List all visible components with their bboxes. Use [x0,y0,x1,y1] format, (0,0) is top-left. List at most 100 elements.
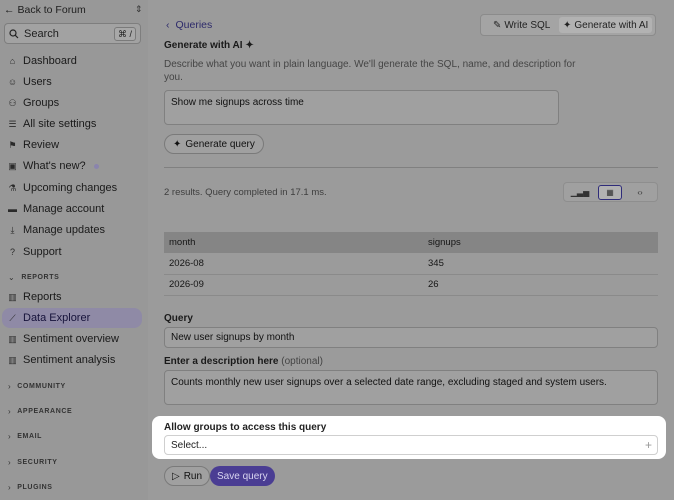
table-header-row: month signups [164,232,658,253]
sidebar-item-label: Manage account [23,203,105,215]
section-appearance[interactable]: › APPEARANCE [8,407,72,416]
column-header-signups: signups [423,232,658,253]
table-cell: 345 [423,253,658,275]
card-icon: ▬ [8,204,17,214]
groups-access-label: Allow groups to access this query [164,422,327,433]
description-value: Counts monthly new user signups over a s… [171,377,607,388]
chevron-right-icon: › [8,483,12,492]
sidebar-item-label: Sentiment analysis [23,354,116,366]
list-icon: ☰ [8,118,17,129]
groups-select-placeholder: Select... [171,439,208,451]
section-reports[interactable]: ⌄ REPORTS [8,273,59,282]
sidebar-item-support[interactable]: ? Support [7,242,141,262]
chart-icon: ▥ [8,291,17,302]
query-mode-toggle: ✎ Write SQL ✦ Generate with AI [480,14,656,36]
generate-query-label: Generate query [185,138,255,150]
description-label: Enter a description here (optional) [164,356,323,367]
result-view-toggle: ▁▃▅ ▦ ‹› [563,182,658,202]
chevron-right-icon: › [8,407,12,416]
queries-breadcrumb-link[interactable]: ‹ Queries [166,19,212,31]
help-icon: ? [9,247,15,257]
write-sql-button[interactable]: ✎ Write SQL [489,17,554,33]
section-label: PLUGINS [17,484,53,491]
table-cell: 2026-08 [164,253,423,275]
optional-label: (optional) [281,356,323,367]
new-indicator-dot [93,163,99,169]
search-placeholder: Search [24,27,59,40]
back-label: Back to Forum [17,4,86,16]
flask-icon: ⚗ [8,182,17,193]
generate-with-ai-button[interactable]: ✦ Generate with AI [559,17,653,33]
results-table: month signups 2026-08 345 2026-09 26 [164,232,658,296]
bar-chart-icon: ▁▃▅ [570,188,590,197]
section-label: EMAIL [17,433,43,440]
sidebar-item-label: What's new? [23,160,86,172]
chevron-right-icon: › [8,458,12,467]
sidebar-item-label: Reports [23,291,62,303]
sidebar-item-all-site-settings[interactable]: ☰ All site settings [7,114,141,134]
generate-query-button[interactable]: ✦ Generate query [164,134,264,154]
sidebar-item-sentiment-overview[interactable]: ▥ Sentiment overview [7,329,141,349]
sidebar-item-label: Dashboard [23,55,77,67]
chevron-left-icon: ‹ [166,19,170,31]
groups-select[interactable]: Select... + [164,435,658,455]
ai-heading: Generate with AI ✦ [164,40,254,51]
section-security[interactable]: › SECURITY [8,458,57,467]
description-textarea[interactable]: Counts monthly new user signups over a s… [164,370,658,405]
search-shortcut: ⌘ / [113,27,136,41]
line-chart-icon: ⟋ [9,312,16,323]
prompt-value: Show me signups across time [171,97,304,108]
sidebar-item-label: Data Explorer [23,312,91,324]
back-to-forum-link[interactable]: ← Back to Forum [4,4,86,16]
section-community[interactable]: › COMMUNITY [8,382,66,391]
play-icon: ▷ [172,470,180,482]
collapse-sidebar-icon[interactable]: ⇕ [135,4,143,15]
sidebar-item-sentiment-analysis[interactable]: ▥ Sentiment analysis [7,350,141,370]
chart-icon: ▥ [8,354,17,365]
save-query-label: Save query [217,470,268,482]
section-email[interactable]: › EMAIL [8,432,42,441]
chevron-down-icon: ⌄ [8,273,16,282]
sidebar-item-reports[interactable]: ▥ Reports [7,287,141,307]
section-label: APPEARANCE [17,408,73,415]
table-view-button[interactable]: ▦ [598,185,622,200]
sidebar-item-users[interactable]: ☺ Users [7,72,141,92]
chart-icon: ▥ [8,333,17,344]
sidebar-item-review[interactable]: ⚑ Review [7,135,141,155]
chart-view-button[interactable]: ▁▃▅ [568,185,592,200]
sidebar-item-manage-updates[interactable]: ⤓ Manage updates [7,220,141,240]
sidebar-item-label: Upcoming changes [23,182,118,194]
section-label: SECURITY [17,459,58,466]
query-name-input[interactable]: New user signups by month [164,327,658,348]
sidebar-item-label: Review [23,139,60,151]
run-button[interactable]: ▷ Run [164,466,211,486]
users-icon: ☺ [7,77,18,87]
code-view-button[interactable]: ‹› [628,185,652,200]
sidebar-item-groups[interactable]: ⚇ Groups [7,93,141,113]
section-label: REPORTS [21,274,60,281]
sparkles-icon: ✦ [245,40,254,51]
gift-icon: ▣ [8,160,17,171]
table-cell: 26 [423,274,658,296]
ai-prompt-textarea[interactable]: Show me signups across time [164,90,559,125]
column-header-month: month [164,232,423,253]
sidebar-item-data-explorer[interactable]: ⟋ Data Explorer [2,308,142,328]
home-icon: ⌂ [9,56,16,66]
description-label-text: Enter a description here [164,356,279,367]
save-query-button[interactable]: Save query [210,466,275,486]
sidebar-item-label: All site settings [23,118,97,130]
results-summary: 2 results. Query completed in 17.1 ms. [164,187,327,198]
query-name-value: New user signups by month [171,332,295,343]
sidebar-item-upcoming-changes[interactable]: ⚗ Upcoming changes [7,178,141,198]
sidebar-item-whats-new[interactable]: ▣ What's new? [7,156,141,176]
chevron-right-icon: › [8,382,12,391]
flag-icon: ⚑ [8,139,17,150]
table-icon: ▦ [606,188,614,197]
sidebar-item-manage-account[interactable]: ▬ Manage account [7,199,141,219]
pencil-icon: ✎ [493,19,502,31]
table-row: 2026-08 345 [164,253,658,275]
sidebar-item-dashboard[interactable]: ⌂ Dashboard [7,51,141,71]
sparkles-icon: ✦ [563,19,572,31]
section-plugins[interactable]: › PLUGINS [8,483,53,492]
search-input[interactable]: Search ⌘ / [4,23,141,44]
